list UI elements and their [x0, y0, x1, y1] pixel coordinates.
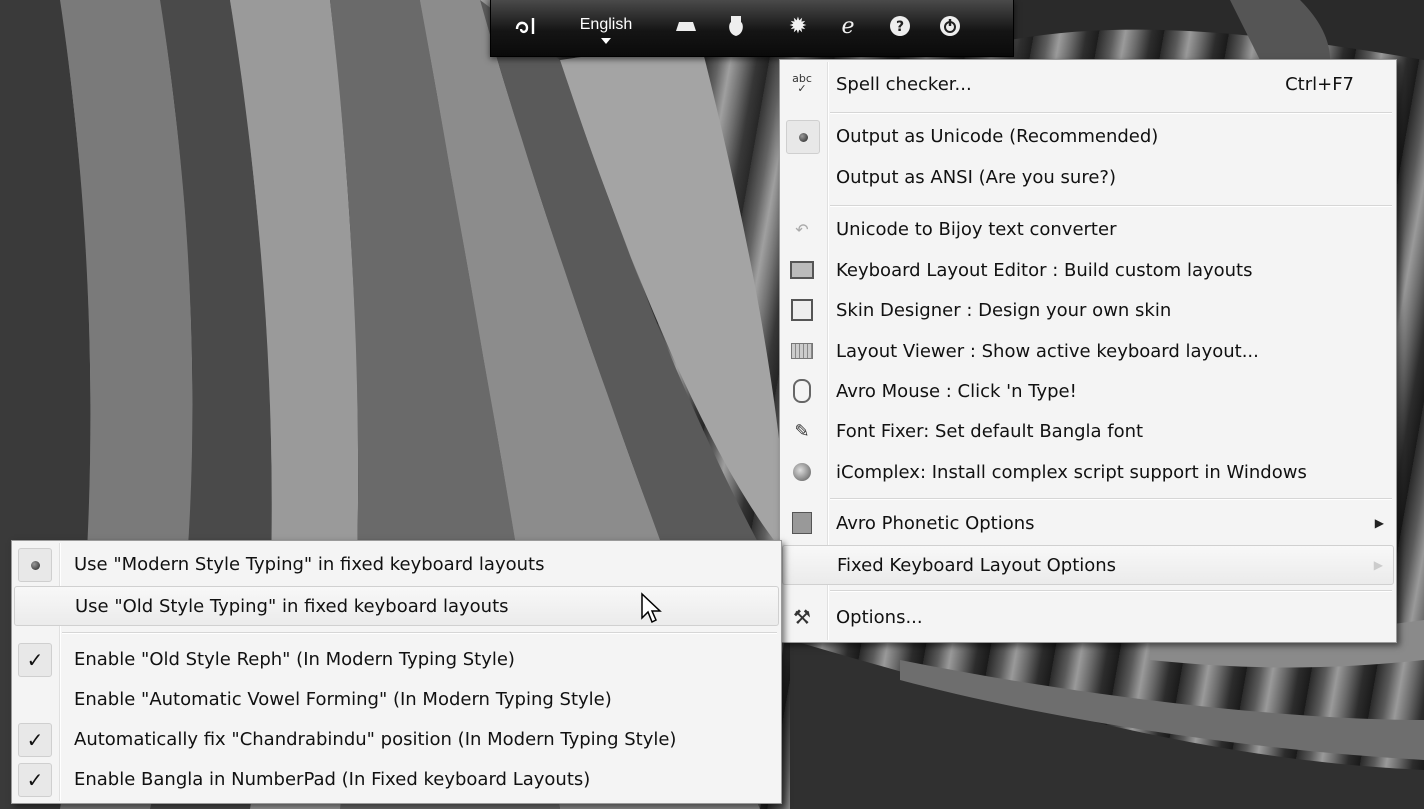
fixed-layout-submenu: Use "Modern Style Typing" in fixed keybo… — [11, 540, 782, 804]
converter-icon: ↶ — [795, 219, 809, 239]
menu-item-skin-designer[interactable]: Skin Designer : Design your own skin — [782, 291, 1394, 329]
avro-logo-icon[interactable] — [507, 8, 545, 44]
submenu-arrow-icon: ▶ — [1373, 558, 1383, 572]
menu-item-fixed-layout-options[interactable]: Fixed Keyboard Layout Options ▶ — [782, 545, 1394, 585]
checkmark-icon: ✓ — [18, 763, 52, 797]
help-icon[interactable]: ? — [881, 8, 919, 44]
menu-item-spell-checker[interactable]: abc ✓ Spell checker... Ctrl+F7 — [782, 65, 1394, 103]
avro-toolbar: English ✹ e ? — [490, 0, 1014, 57]
radio-selected-icon — [18, 548, 52, 582]
checkmark-icon: ✓ — [18, 643, 52, 677]
menu-item-layout-viewer[interactable]: Layout Viewer : Show active keyboard lay… — [782, 332, 1394, 370]
menu-item-label: Layout Viewer : Show active keyboard lay… — [836, 340, 1259, 362]
settings-gear-icon[interactable]: ✹ — [779, 8, 817, 44]
svg-text:?: ? — [896, 19, 904, 35]
mouse-icon — [786, 375, 818, 407]
options-icon: ⚒ — [793, 605, 811, 629]
layout-viewer-icon[interactable] — [717, 8, 755, 44]
skin-designer-icon — [786, 294, 818, 326]
menu-item-label: Unicode to Bijoy text converter — [836, 218, 1117, 240]
menu-item-label: Keyboard Layout Editor : Build custom la… — [836, 259, 1253, 281]
menu-item-label: Avro Phonetic Options — [836, 512, 1035, 534]
menu-separator — [62, 632, 777, 634]
submenu-item-numberpad[interactable]: ✓ Enable Bangla in NumberPad (In Fixed k… — [14, 760, 779, 798]
submenu-item-old-style-reph[interactable]: ✓ Enable "Old Style Reph" (In Modern Typ… — [14, 640, 779, 678]
menu-item-label: Font Fixer: Set default Bangla font — [836, 420, 1144, 442]
menu-item-label: Use "Modern Style Typing" in fixed keybo… — [74, 553, 545, 575]
menu-item-label: Options... — [836, 606, 923, 628]
chevron-down-icon — [601, 38, 611, 44]
radio-selected-icon — [786, 120, 820, 154]
power-icon[interactable] — [931, 8, 969, 44]
language-toggle-button[interactable]: English — [569, 10, 643, 50]
menu-item-label: Automatically fix "Chandrabindu" positio… — [74, 728, 677, 750]
submenu-item-chandrabindu[interactable]: ✓ Automatically fix "Chandrabindu" posit… — [14, 720, 779, 758]
keyboard-editor-icon — [786, 254, 818, 286]
menu-item-label: Use "Old Style Typing" in fixed keyboard… — [75, 595, 509, 617]
menu-item-label: Enable "Old Style Reph" (In Modern Typin… — [74, 648, 515, 670]
menu-item-output-unicode[interactable]: Output as Unicode (Recommended) — [782, 117, 1394, 155]
submenu-item-modern-style[interactable]: Use "Modern Style Typing" in fixed keybo… — [14, 545, 779, 583]
web-icon[interactable]: e — [829, 8, 867, 44]
menu-separator — [830, 590, 1392, 592]
phonetic-icon — [786, 507, 818, 539]
menu-item-label: Spell checker... — [836, 73, 972, 95]
checkmark-icon: ✓ — [18, 723, 52, 757]
menu-item-label: iComplex: Install complex script support… — [836, 461, 1307, 483]
menu-item-phonetic-options[interactable]: Avro Phonetic Options ▶ — [782, 504, 1394, 542]
menu-item-label: Enable "Automatic Vowel Forming" (In Mod… — [74, 688, 612, 710]
menu-item-label: Fixed Keyboard Layout Options — [837, 554, 1117, 576]
menu-item-label: Output as ANSI (Are you sure?) — [836, 166, 1116, 188]
shortcut-label: Ctrl+F7 — [1285, 73, 1354, 95]
submenu-arrow-icon: ▶ — [1374, 516, 1384, 530]
spellcheck-icon: abc ✓ — [792, 72, 812, 95]
menu-separator — [830, 112, 1392, 114]
tools-menu: abc ✓ Spell checker... Ctrl+F7 Output as … — [779, 59, 1397, 643]
menu-item-options[interactable]: ⚒ Options... — [782, 598, 1394, 636]
mouse-pointer-icon — [640, 592, 662, 628]
menu-item-layout-editor[interactable]: Keyboard Layout Editor : Build custom la… — [782, 251, 1394, 289]
submenu-item-auto-vowel[interactable]: Enable "Automatic Vowel Forming" (In Mod… — [14, 680, 779, 718]
submenu-item-old-style[interactable]: Use "Old Style Typing" in fixed keyboard… — [14, 586, 779, 626]
menu-item-font-fixer[interactable]: ✎ Font Fixer: Set default Bangla font — [782, 412, 1394, 450]
menu-item-label: Output as Unicode (Recommended) — [836, 125, 1159, 147]
layout-viewer-icon — [786, 335, 818, 367]
keyboard-layout-icon[interactable] — [667, 8, 705, 44]
menu-item-label: Skin Designer : Design your own skin — [836, 299, 1172, 321]
menu-separator — [830, 498, 1392, 500]
language-label: English — [579, 16, 633, 33]
menu-separator — [830, 205, 1392, 207]
menu-item-icomplex[interactable]: iComplex: Install complex script support… — [782, 453, 1394, 491]
icomplex-icon — [786, 456, 818, 488]
font-fixer-icon: ✎ — [794, 420, 810, 442]
menu-item-label: Avro Mouse : Click 'n Type! — [836, 380, 1077, 402]
menu-item-output-ansi[interactable]: Output as ANSI (Are you sure?) — [782, 158, 1394, 196]
menu-item-label: Enable Bangla in NumberPad (In Fixed key… — [74, 768, 591, 790]
menu-item-bijoy-converter[interactable]: ↶ Unicode to Bijoy text converter — [782, 210, 1394, 248]
menu-item-avro-mouse[interactable]: Avro Mouse : Click 'n Type! — [782, 372, 1394, 410]
